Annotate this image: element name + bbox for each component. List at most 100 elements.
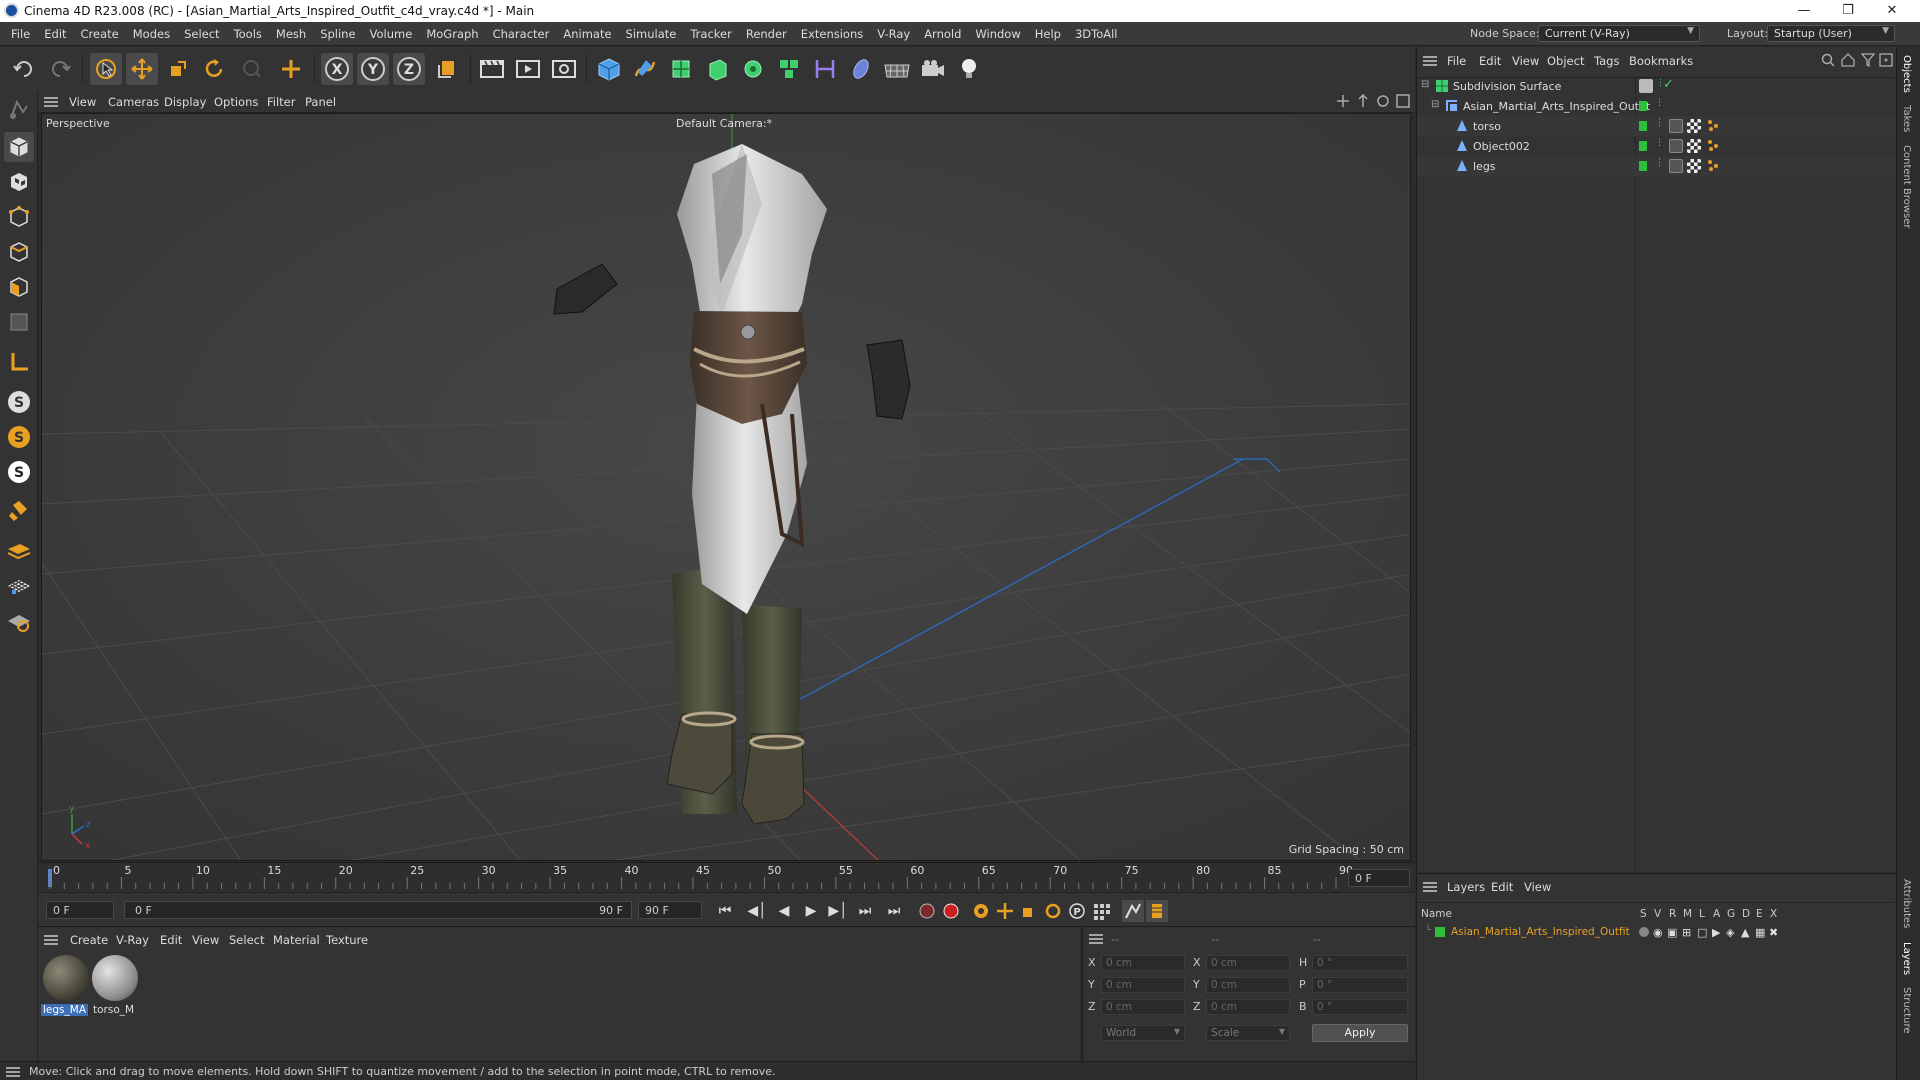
layer-name[interactable]: Asian_Martial_Arts_Inspired_Outfit: [1451, 926, 1630, 938]
texture-tag-icon[interactable]: [1687, 119, 1701, 133]
goto-start-button[interactable]: ⏮: [714, 900, 736, 922]
material-selection-tag-icon[interactable]: [1707, 159, 1719, 171]
camera-object-button[interactable]: [917, 53, 949, 85]
material-menu-texture[interactable]: Texture: [326, 933, 368, 947]
3d-viewport[interactable]: y x z Perspective Default Camera:* Grid …: [41, 113, 1411, 861]
visibility-dots-icon[interactable]: ⋮: [1655, 118, 1664, 128]
viewport-maximize-icon[interactable]: [1396, 94, 1410, 111]
lock-workplane-button[interactable]: [4, 606, 34, 636]
layout-select[interactable]: Startup (User) ▼: [1767, 25, 1895, 42]
rot-p-field[interactable]: 0 °: [1312, 977, 1408, 993]
y-axis-lock-button[interactable]: Y: [357, 53, 389, 85]
menu-create[interactable]: Create: [74, 27, 126, 41]
layers-menu-view[interactable]: View: [1524, 880, 1551, 894]
layer-row[interactable]: └ Asian_Martial_Arts_Inspired_Outfit ◉ ▣…: [1417, 924, 1895, 942]
viewport-menu-cameras[interactable]: Cameras: [108, 95, 159, 109]
material-menu-icon[interactable]: [44, 934, 58, 949]
material-selection-tag-icon[interactable]: [1707, 139, 1719, 151]
material-label-legs[interactable]: legs_MA: [41, 1004, 89, 1016]
rotate-tool-button[interactable]: [198, 53, 230, 85]
animation-icon[interactable]: ▶: [1712, 926, 1720, 939]
menu-animate[interactable]: Animate: [556, 27, 618, 41]
recent-tools-button[interactable]: [236, 53, 268, 85]
material-menu-select[interactable]: Select: [229, 933, 264, 947]
viewport-rotate-icon[interactable]: [1376, 94, 1390, 111]
object-menu-view[interactable]: View: [1512, 54, 1539, 68]
menu-mograph[interactable]: MoGraph: [419, 27, 485, 41]
menu-mesh[interactable]: Mesh: [269, 27, 313, 41]
current-frame-field[interactable]: 0 F: [1348, 869, 1410, 887]
visibility-dots-icon[interactable]: ⋮: [1655, 158, 1664, 168]
coordinate-system-button[interactable]: [431, 53, 463, 85]
render-to-picture-viewer-button[interactable]: [512, 53, 544, 85]
z-axis-lock-button[interactable]: Z: [393, 53, 425, 85]
end-frame-field[interactable]: 90 F: [638, 901, 702, 919]
menu-window[interactable]: Window: [968, 27, 1027, 41]
cloner-button[interactable]: [737, 53, 769, 85]
object-menu-edit[interactable]: Edit: [1479, 54, 1501, 68]
texture-tag-icon[interactable]: [1687, 139, 1701, 153]
vray-tag-icon[interactable]: [1669, 139, 1683, 153]
size-z-field[interactable]: 0 cm: [1206, 999, 1290, 1015]
deformer-icon[interactable]: ▲: [1741, 926, 1749, 939]
menu-3dtoall[interactable]: 3DToAll: [1068, 27, 1125, 41]
deformer-button[interactable]: [809, 53, 841, 85]
key-parameter-button[interactable]: P: [1066, 900, 1088, 922]
pos-y-field[interactable]: 0 cm: [1101, 977, 1185, 993]
manager-icon[interactable]: ⊞: [1682, 926, 1691, 939]
autokey-button[interactable]: [940, 900, 962, 922]
visibility-dots-icon[interactable]: ⋮: [1655, 138, 1664, 148]
viewport-menu-display[interactable]: Display: [164, 95, 206, 109]
node-space-select[interactable]: Current (V-Ray) ▼: [1538, 25, 1700, 42]
mograph-cloner-button[interactable]: [773, 53, 805, 85]
vray-tag-icon[interactable]: [1669, 159, 1683, 173]
light-object-button[interactable]: [953, 53, 985, 85]
material-menu-material[interactable]: Material: [273, 933, 320, 947]
tab-attributes[interactable]: Attributes: [1901, 879, 1912, 928]
coordinates-menu-icon[interactable]: [1089, 933, 1103, 948]
layers-menu-layers[interactable]: Layers: [1447, 880, 1485, 894]
tab-objects[interactable]: Objects: [1901, 55, 1912, 93]
enabled-check-icon[interactable]: ✓: [1663, 77, 1674, 92]
home-icon[interactable]: [1841, 53, 1855, 70]
new-window-icon[interactable]: [1879, 53, 1893, 70]
visibility-dots-icon[interactable]: ⋮: [1655, 98, 1664, 108]
menu-spline[interactable]: Spline: [313, 27, 362, 41]
frame-range-slider[interactable]: 0 F 90 F: [124, 901, 632, 919]
expressions-icon[interactable]: ▦: [1755, 926, 1765, 939]
tab-content-browser[interactable]: Content Browser: [1901, 145, 1912, 228]
generator-icon[interactable]: ◈: [1726, 926, 1734, 939]
material-thumbnail-torso[interactable]: [92, 955, 138, 1001]
material-thumbnail-legs[interactable]: [43, 955, 89, 1001]
menu-arnold[interactable]: Arnold: [917, 27, 968, 41]
object-row-torso[interactable]: torso ⋮: [1417, 116, 1895, 136]
render-icon[interactable]: ▣: [1667, 926, 1677, 939]
layer-color-swatch[interactable]: [1435, 927, 1445, 937]
menu-help[interactable]: Help: [1028, 27, 1068, 41]
transform-tool-button[interactable]: [275, 53, 307, 85]
menu-edit[interactable]: Edit: [37, 27, 73, 41]
maximize-button[interactable]: ❐: [1826, 0, 1870, 22]
key-position-button[interactable]: [994, 900, 1016, 922]
floor-object-button[interactable]: [881, 53, 913, 85]
edge-mode-button[interactable]: [4, 237, 34, 267]
xref-icon[interactable]: ✖: [1769, 926, 1778, 939]
start-frame-field[interactable]: 0 F: [46, 901, 114, 919]
eye-icon[interactable]: ◉: [1653, 926, 1663, 939]
material-menu-create[interactable]: Create: [70, 933, 108, 947]
viewport-menu-filter[interactable]: Filter: [267, 95, 295, 109]
material-menu-edit[interactable]: Edit: [160, 933, 182, 947]
viewport-menu-options[interactable]: Options: [214, 95, 258, 109]
viewport-menu-panel[interactable]: Panel: [305, 95, 336, 109]
size-x-field[interactable]: 0 cm: [1206, 955, 1290, 971]
size-mode-select[interactable]: Scale ▼: [1206, 1025, 1290, 1041]
soft-selection-button[interactable]: S: [4, 422, 34, 452]
object-row-object002[interactable]: Object002 ⋮: [1417, 136, 1895, 156]
menu-select[interactable]: Select: [177, 27, 226, 41]
lock-icon[interactable]: □: [1697, 926, 1707, 939]
redo-button[interactable]: [44, 53, 76, 85]
x-axis-lock-button[interactable]: X: [321, 53, 353, 85]
timeline-mode-button[interactable]: [1122, 900, 1144, 922]
play-button[interactable]: ▶: [800, 900, 822, 922]
axis-mode-button[interactable]: [4, 347, 34, 377]
